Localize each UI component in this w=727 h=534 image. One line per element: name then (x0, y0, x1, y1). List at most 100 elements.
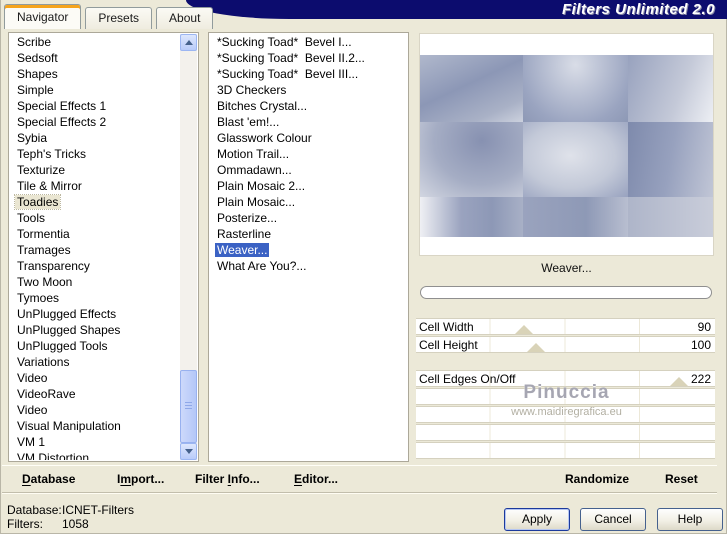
category-item-label: VM 1 (17, 435, 46, 449)
category-item[interactable]: Video (11, 370, 180, 386)
category-item-label: VideoRave (17, 387, 76, 401)
category-item[interactable]: Transparency (11, 258, 180, 274)
filter-item-label: 3D Checkers (217, 83, 287, 97)
slider-value: 90 (697, 320, 711, 334)
filter-item[interactable]: Rasterline (211, 226, 406, 242)
filter-item[interactable]: Weaver... (211, 242, 406, 258)
slider-value: 222 (690, 372, 711, 386)
filter-item[interactable]: 3D Checkers (211, 82, 406, 98)
category-item[interactable]: VM Distortion (11, 450, 180, 460)
filter-item[interactable]: Blast 'em!... (211, 114, 406, 130)
category-item[interactable]: Special Effects 2 (11, 114, 180, 130)
category-item[interactable]: UnPlugged Tools (11, 338, 180, 354)
filter-item[interactable]: What Are You?... (211, 258, 406, 274)
scrollbar-track[interactable] (180, 51, 197, 443)
category-item-label: Scribe (17, 35, 52, 49)
cancel-button[interactable]: Cancel (580, 508, 646, 531)
category-item-label: Special Effects 1 (17, 99, 107, 113)
category-item[interactable]: Tymoes (11, 290, 180, 306)
category-item[interactable]: Texturize (11, 162, 180, 178)
apply-button[interactable]: Apply (504, 508, 570, 531)
category-item[interactable]: Video (11, 402, 180, 418)
category-item-label: Video (17, 371, 48, 385)
down-arrow-icon (184, 449, 193, 454)
filter-item[interactable]: *Sucking Toad* Bevel III... (211, 66, 406, 82)
category-item[interactable]: Tormentia (11, 226, 180, 242)
category-item[interactable]: VideoRave (11, 386, 180, 402)
category-item-label: UnPlugged Shapes (17, 323, 121, 337)
category-item-label: UnPlugged Effects (17, 307, 117, 321)
filter-item[interactable]: Glasswork Colour (211, 130, 406, 146)
category-item[interactable]: Simple (11, 82, 180, 98)
editor-button[interactable]: Editor... (294, 472, 338, 486)
filters-unlimited-dialog: Filters Unlimited 2.0 Navigator Presets … (0, 0, 727, 534)
category-item-label: Shapes (17, 67, 58, 81)
category-item[interactable]: Toadies (11, 194, 180, 210)
slider-cell-height[interactable]: Cell Height 100 (416, 336, 715, 353)
category-item-label: Toadies (13, 194, 62, 210)
empty-slider-row (416, 388, 715, 405)
category-item[interactable]: VM 1 (11, 434, 180, 450)
category-item[interactable]: Special Effects 1 (11, 98, 180, 114)
slider-handle-icon[interactable] (514, 325, 533, 334)
filter-item[interactable]: *Sucking Toad* Bevel II.2... (211, 50, 406, 66)
filter-item-label: Plain Mosaic... (217, 195, 296, 209)
scroll-up-button[interactable] (180, 34, 197, 51)
filter-item-label: Ommadawn... (217, 163, 292, 177)
category-item[interactable]: Teph's Tricks (11, 146, 180, 162)
parameter-sliders: Cell Width 90 Cell Height 100 Cell Edges On/… (416, 318, 715, 460)
category-item[interactable]: UnPlugged Shapes (11, 322, 180, 338)
filters-count-label: Filters: (7, 517, 43, 531)
filter-item-label: Motion Trail... (217, 147, 290, 161)
filter-item[interactable]: Plain Mosaic... (211, 194, 406, 210)
category-item[interactable]: Scribe (11, 34, 180, 50)
slider-label: Cell Width (419, 320, 474, 334)
tab-navigator[interactable]: Navigator (4, 4, 82, 29)
filter-info-button[interactable]: Filter Info... (195, 472, 260, 486)
category-item[interactable]: UnPlugged Effects (11, 306, 180, 322)
category-item-label: Texturize (17, 163, 66, 177)
selected-filter-caption: Weaver... (541, 261, 592, 275)
filter-item[interactable]: Plain Mosaic 2... (211, 178, 406, 194)
scrollbar-thumb[interactable] (180, 370, 197, 443)
slider-handle-icon[interactable] (526, 343, 545, 352)
category-item-label: VM Distortion (17, 451, 90, 460)
category-item-label: Visual Manipulation (17, 419, 121, 433)
category-item[interactable]: Visual Manipulation (11, 418, 180, 434)
category-item-label: Video (17, 403, 48, 417)
scroll-down-button[interactable] (180, 443, 197, 460)
category-item-label: Teph's Tricks (17, 147, 86, 161)
filter-item[interactable]: Ommadawn... (211, 162, 406, 178)
filter-list: *Sucking Toad* Bevel I... *Sucking Toad* … (211, 34, 406, 460)
slider-cell-width[interactable]: Cell Width 90 (416, 318, 715, 335)
category-item[interactable]: Shapes (11, 66, 180, 82)
filter-item[interactable]: Motion Trail... (211, 146, 406, 162)
slider-label: Cell Edges On/Off (419, 372, 516, 386)
randomize-button[interactable]: Randomize (565, 472, 629, 486)
import-button[interactable]: Import... (117, 472, 164, 486)
filter-item[interactable]: *Sucking Toad* Bevel I... (211, 34, 406, 50)
tab-about[interactable]: About (156, 7, 214, 29)
database-button[interactable]: Database (22, 472, 75, 486)
category-item[interactable]: Two Moon (11, 274, 180, 290)
category-item[interactable]: Variations (11, 354, 180, 370)
slider-value: 100 (690, 338, 711, 352)
category-item[interactable]: Tile & Mirror (11, 178, 180, 194)
category-item-label: Tile & Mirror (17, 179, 82, 193)
category-item[interactable]: Sedsoft (11, 50, 180, 66)
filter-item-label: Bitches Crystal... (217, 99, 308, 113)
slider-cell-edges-on-off[interactable]: Cell Edges On/Off 222 (416, 370, 715, 387)
category-item-label: Tormentia (17, 227, 70, 241)
filter-item-label: *Sucking Toad* Bevel III... (217, 67, 359, 81)
help-button[interactable]: Help (657, 508, 723, 531)
category-item[interactable]: Tramages (11, 242, 180, 258)
filter-item[interactable]: Posterize... (211, 210, 406, 226)
category-list: Scribe Sedsoft Shapes Simple Special Effects… (11, 34, 180, 460)
filter-item[interactable]: Bitches Crystal... (211, 98, 406, 114)
reset-button[interactable]: Reset (665, 472, 698, 486)
category-item[interactable]: Sybia (11, 130, 180, 146)
tab-presets[interactable]: Presets (85, 7, 153, 29)
filter-item-label: Blast 'em!... (217, 115, 280, 129)
category-item[interactable]: Tools (11, 210, 180, 226)
slider-handle-icon[interactable] (670, 377, 689, 386)
